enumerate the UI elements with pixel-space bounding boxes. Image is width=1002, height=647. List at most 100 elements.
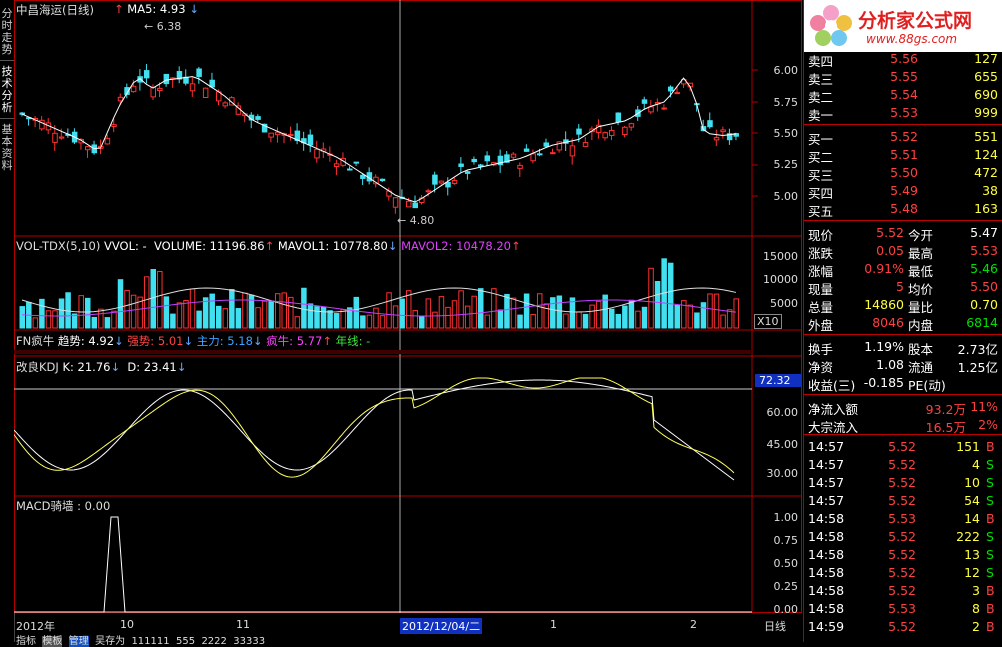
stat-value: -0.185 (863, 375, 904, 390)
quote-row: 现价 5.52 今开 5.47 (804, 224, 1002, 243)
chart-title: 中昌海运(日线) (16, 3, 94, 17)
tab-technical[interactable]: 技术分析 (0, 66, 14, 119)
candle-body (713, 137, 720, 141)
candle-body (523, 148, 530, 152)
price-axis-label: 5.00 (773, 190, 799, 203)
volume-bar (438, 296, 445, 329)
volume-bar (104, 317, 111, 329)
quote-value: 5.47 (970, 225, 998, 240)
candle-body (196, 68, 202, 77)
volume-bar (687, 304, 694, 329)
tick-price: 5.53 (888, 511, 916, 526)
candle-body (484, 155, 491, 162)
bid-price: 5.50 (890, 165, 918, 180)
bid-row: 买二 5.51 124 (804, 146, 1002, 165)
tick-time: 14:57 (808, 457, 845, 472)
stat-row: 换手 1.19% 股本 2.73亿 (804, 338, 1002, 357)
volume-bar (484, 314, 491, 329)
volume-bar (589, 304, 595, 329)
candle-body (471, 158, 477, 163)
chart-area[interactable]: 中昌海运(日线) ↑ MA5: 4.93 ↓ ← 6.38 ← 4.80 6.0… (14, 0, 802, 647)
vol-axis-label: 5000 (770, 297, 798, 310)
candle-body (720, 129, 726, 133)
chart-canvas[interactable] (14, 0, 802, 642)
candle-body (609, 130, 615, 136)
volume-bar (497, 309, 504, 329)
volume-bar (667, 262, 674, 329)
candle-body (478, 164, 484, 167)
quote-value: 0.91% (864, 261, 904, 276)
ask-row: 卖三 5.55 655 (804, 68, 1002, 87)
tick-volume: 54 (964, 493, 980, 508)
volume-bar (288, 296, 294, 329)
volume-bar (163, 296, 170, 329)
volume-bar (654, 280, 661, 329)
volume-bar (327, 310, 333, 329)
volume-bar (478, 288, 484, 329)
tick-time: 14:58 (808, 529, 845, 544)
divider (804, 434, 1002, 435)
candle-body (360, 174, 366, 179)
candle-body (412, 202, 418, 209)
candle-body (674, 92, 680, 95)
candle-body (530, 153, 536, 162)
volume-bar (176, 302, 183, 329)
candle-body (576, 128, 582, 135)
candle-body (667, 86, 674, 92)
candle-body (628, 123, 635, 128)
quote-value: 0.05 (876, 243, 904, 258)
flow-row: 净流入额 93.2万 11% (804, 398, 1002, 417)
candle-body (392, 197, 399, 208)
volume-bar (615, 313, 622, 329)
volume-bar (445, 306, 451, 329)
volume-bar (543, 303, 549, 329)
macd-axis-label: 0.25 (773, 580, 799, 593)
flow-pct: 11% (970, 399, 998, 414)
volume-bar (333, 313, 340, 329)
logo-url: www.88gs.com (866, 32, 958, 46)
macd-axis-label: 0.00 (773, 603, 799, 616)
volume-bar (458, 290, 464, 329)
volume-bar (609, 308, 615, 329)
volume-bar (301, 287, 307, 329)
tick-row: 14:57 5.52 4 S (804, 456, 1002, 474)
macd-axis-label: 0.75 (773, 534, 799, 547)
tick-price: 5.52 (888, 439, 916, 454)
timeline-label: 2 (690, 618, 697, 631)
volume-bar (111, 310, 117, 329)
volume-bar (143, 276, 150, 329)
tab-intraday[interactable]: 分时走势 (0, 8, 14, 61)
stat-row: 收益(三) -0.185 PE(动) (804, 374, 1002, 393)
tick-volume: 4 (972, 457, 980, 472)
period-label[interactable]: 日线 (764, 618, 786, 634)
volume-bar (569, 297, 576, 329)
kdj-axis-label: 30.00 (766, 467, 799, 480)
volume-bar (209, 293, 215, 329)
candle-body (615, 112, 622, 123)
bid-price: 5.48 (890, 201, 918, 216)
volume-bar (235, 308, 242, 329)
quote-value: 5 (896, 279, 904, 294)
volume-bar (576, 311, 582, 329)
candle-body (333, 163, 340, 167)
tick-side: B (986, 439, 995, 454)
candle-body (255, 116, 261, 120)
tick-side: B (986, 511, 995, 526)
volume-bar (229, 289, 235, 329)
volume-bar (216, 305, 222, 329)
ask-label: 卖一 (808, 108, 834, 123)
tick-price: 5.52 (888, 493, 916, 508)
volume-bar (733, 298, 739, 329)
candle-body (458, 163, 464, 167)
tab-fundamentals[interactable]: 基本资料 (0, 124, 14, 176)
volume-bar (320, 306, 327, 329)
volume-bar (307, 303, 314, 329)
ask-price: 5.55 (890, 69, 918, 84)
tick-price: 5.52 (888, 457, 916, 472)
volume-bar (641, 306, 648, 329)
volume-bar (170, 313, 176, 329)
candle-body (150, 86, 156, 98)
candle-body (104, 137, 111, 145)
macd-axis-label: 0.50 (773, 557, 799, 570)
tick-side: S (986, 529, 994, 544)
